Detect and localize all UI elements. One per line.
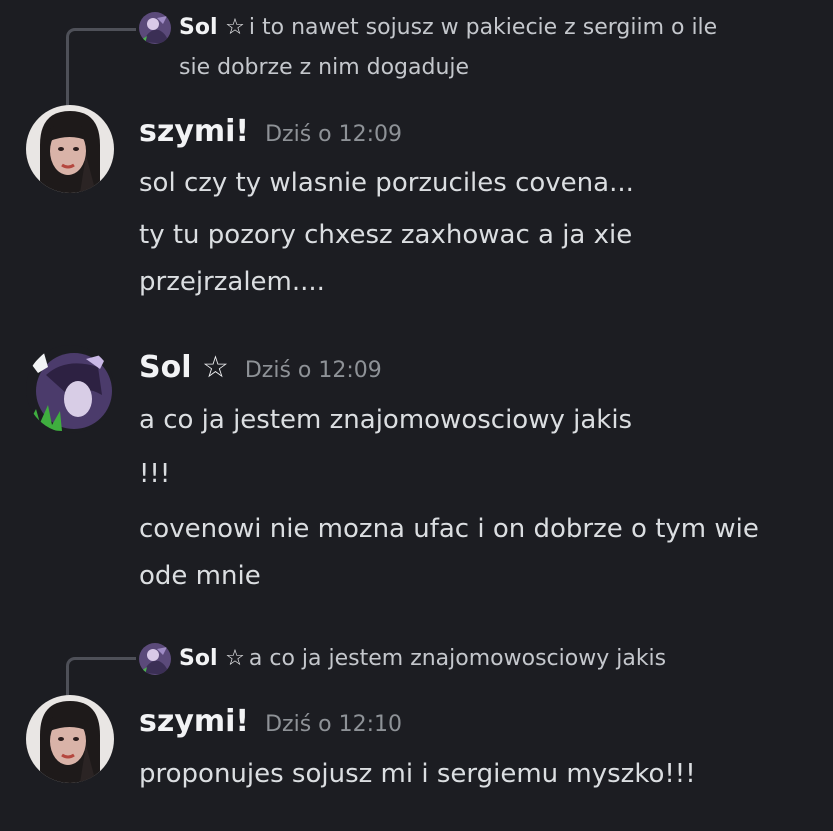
sol-avatar-icon[interactable] [26,345,114,433]
author-name[interactable]: szymi! [139,114,249,149]
szymi-avatar-icon[interactable] [26,105,114,193]
message-text: przejrzalem.... [139,267,325,297]
reply-text-block: Sol ☆ i to nawet sojusz w pakiecie z serg… [179,8,717,88]
reply-preview[interactable]: Sol ☆ i to nawet sojusz w pakiecie z serg… [139,12,717,88]
sol-avatar-icon[interactable] [139,643,171,675]
reply-preview[interactable]: Sol ☆ a co ja jestem znajomowosciowy jaki… [139,643,666,679]
message-text: a co ja jestem znajomowosciowy jakis [139,405,633,435]
timestamp: Dziś o 12:09 [265,122,403,147]
message-text: proponujes sojusz mi i sergiemu myszko!!… [139,759,696,789]
message-text: !!! [139,459,171,489]
chat-log: Sol ☆ i to nawet sojusz w pakiecie z serg… [0,0,833,831]
message-header: szymi! Dziś o 12:10 [139,704,402,739]
author-name[interactable]: szymi! [139,704,249,739]
szymi-avatar-icon[interactable] [26,695,114,783]
timestamp: Dziś o 12:10 [265,712,403,737]
reply-author[interactable]: Sol ☆ [179,646,245,671]
reply-text-continued: sie dobrze z nim dogaduje [179,55,470,80]
reply-text: a co ja jestem znajomowosciowy jakis [248,646,667,671]
timestamp: Dziś o 12:09 [244,358,382,383]
message-text: sol czy ty wlasnie porzuciles covena... [139,168,634,198]
message-text: covenowi nie mozna ufac i on dobrze o ty… [139,514,759,544]
reply-connector-line [66,28,136,114]
message-header: Sol ☆ Dziś o 12:09 [139,350,382,385]
message-header: szymi! Dziś o 12:09 [139,114,402,149]
reply-text-block: Sol ☆ a co ja jestem znajomowosciowy jaki… [179,639,666,679]
message-text: ode mnie [139,561,261,591]
reply-text: i to nawet sojusz w pakiecie z sergiim o… [248,15,718,40]
author-name[interactable]: Sol ☆ [139,350,229,385]
reply-author[interactable]: Sol ☆ [179,15,245,40]
sol-avatar-icon[interactable] [139,12,171,44]
message-text: ty tu pozory chxesz zaxhowac a ja xie [139,220,633,250]
